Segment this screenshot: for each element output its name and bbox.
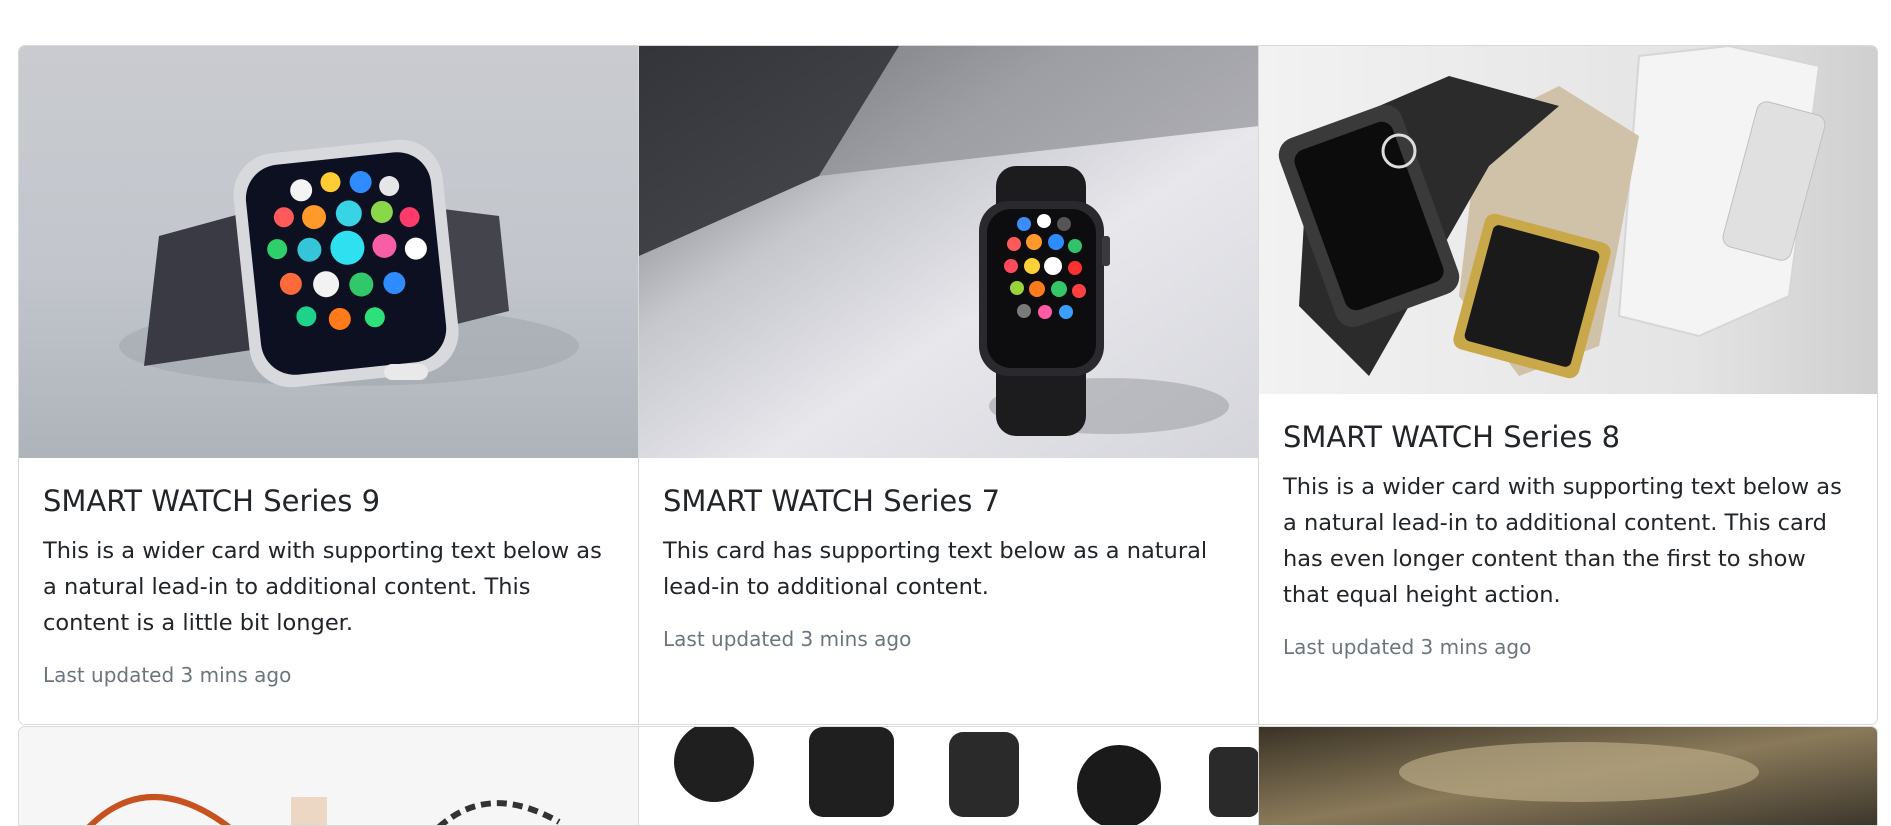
smartwatch-image xyxy=(19,46,638,458)
card-image xyxy=(1259,46,1877,394)
fitness-band-image xyxy=(1259,46,1877,394)
card-text: This is a wider card with supporting tex… xyxy=(1283,473,1842,608)
watches-flatlay-image xyxy=(639,727,1258,825)
watch-bands-image xyxy=(19,727,638,825)
card-image xyxy=(19,46,638,458)
product-card-series-8[interactable]: SMART WATCH Series 8 This is a wider car… xyxy=(1259,46,1877,724)
card-group: SMART WATCH Series 9 This is a wider car… xyxy=(18,45,1878,725)
last-updated: Last updated 3 mins ago xyxy=(1283,634,1532,659)
last-updated: Last updated 3 mins ago xyxy=(43,662,292,687)
card-text: This is a wider card with supporting tex… xyxy=(43,537,602,636)
product-card-series-9[interactable]: SMART WATCH Series 9 This is a wider car… xyxy=(19,46,639,724)
blurred-photo-image xyxy=(1259,727,1877,825)
card-image-partial xyxy=(1259,727,1877,825)
card-image-partial xyxy=(19,727,639,825)
card-text: This card has supporting text below as a… xyxy=(663,537,1208,600)
card-group-row-2 xyxy=(18,726,1878,826)
card-title: SMART WATCH Series 7 xyxy=(663,484,1001,518)
card-image xyxy=(639,46,1258,458)
last-updated: Last updated 3 mins ago xyxy=(663,626,912,651)
smartwatch-image xyxy=(639,46,1258,458)
card-title: SMART WATCH Series 9 xyxy=(43,484,381,518)
card-title: SMART WATCH Series 8 xyxy=(1283,420,1621,454)
product-card-series-7[interactable]: SMART WATCH Series 7 This card has suppo… xyxy=(639,46,1259,724)
card-image-partial xyxy=(639,727,1259,825)
